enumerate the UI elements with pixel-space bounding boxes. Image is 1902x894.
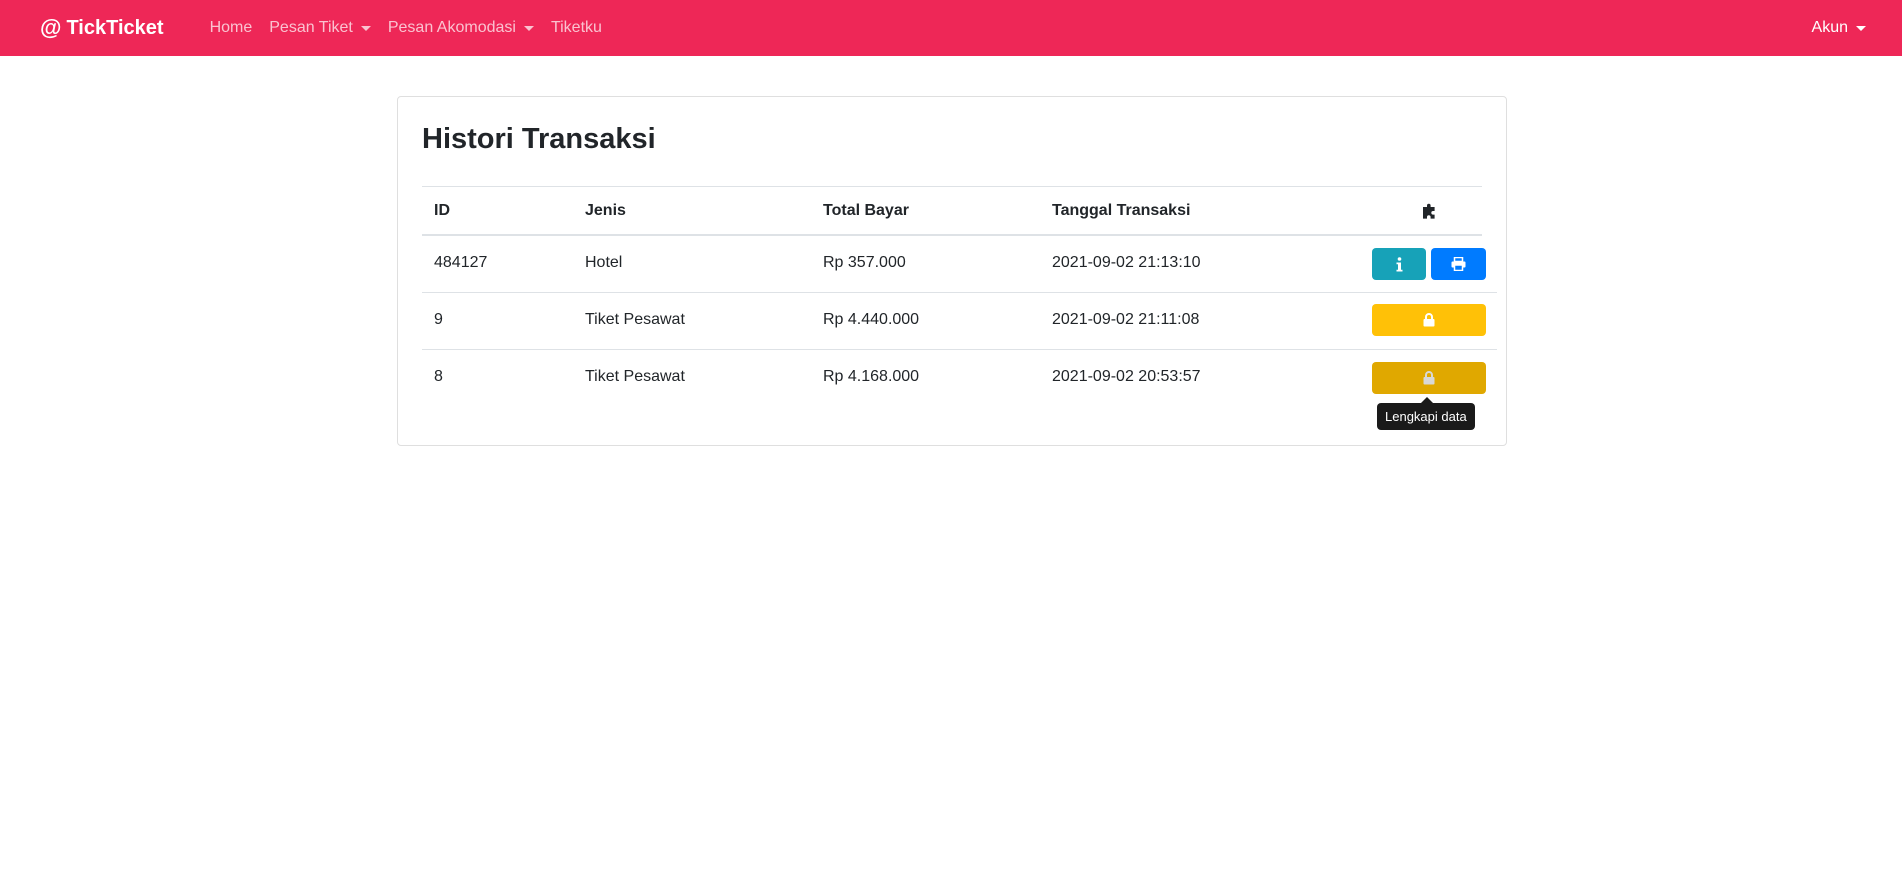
row-actions <box>1372 304 1486 336</box>
page-title: Histori Transaksi <box>422 123 656 155</box>
nav-link-label: Pesan Tiket <box>269 19 353 36</box>
header-tanggal-transaksi: Tanggal Transaksi <box>1052 201 1191 219</box>
nav-link-label: Tiketku <box>550 19 602 36</box>
cell-tanggal-transaksi: 2021-09-02 20:53:57 <box>1052 368 1201 385</box>
nav-link-tiketku[interactable]: Tiketku <box>551 19 602 37</box>
cell-jenis: Tiket Pesawat <box>585 311 685 328</box>
lock-button[interactable] <box>1372 304 1486 336</box>
table-row: 9 Tiket Pesawat Rp 4.440.000 2021-09-02 … <box>422 293 1497 350</box>
caret-down-icon <box>1856 25 1866 31</box>
caret-down-icon <box>523 25 534 31</box>
table-row: 8 Tiket Pesawat Rp 4.168.000 2021-09-02 … <box>422 350 1497 407</box>
nav-link-home[interactable]: Home <box>210 19 253 37</box>
account-label: Akun <box>1811 19 1848 36</box>
cell-total-bayar: Rp 4.440.000 <box>823 311 920 328</box>
cell-jenis: Tiket Pesawat <box>585 368 685 385</box>
transaction-history-card: Histori Transaksi ID Jenis Total Bayar T… <box>397 96 1507 446</box>
navbar: @ TickTicket Home Pesan Tiket Pesan Akom… <box>0 0 1902 56</box>
lock-icon <box>1423 313 1435 327</box>
table-header: ID Jenis Total Bayar Tanggal Transaksi <box>422 186 1482 236</box>
header-action <box>1372 187 1487 234</box>
brand-at-icon: @ <box>40 15 62 40</box>
cell-id: 484127 <box>434 254 488 271</box>
print-icon <box>1451 257 1466 271</box>
row-actions <box>1372 362 1486 394</box>
info-icon <box>1396 256 1403 271</box>
print-button[interactable] <box>1431 248 1486 280</box>
header-jenis: Jenis <box>585 201 626 219</box>
nav-link-label: Pesan Akomodasi <box>387 19 516 36</box>
cell-tanggal-transaksi: 2021-09-02 21:11:08 <box>1052 311 1200 328</box>
cell-total-bayar: Rp 4.168.000 <box>823 368 920 385</box>
cell-id: 9 <box>434 311 443 328</box>
lock-button[interactable] <box>1372 362 1486 394</box>
cell-tanggal-transaksi: 2021-09-02 21:13:10 <box>1052 254 1201 271</box>
brand-logo[interactable]: @ TickTicket <box>40 15 164 41</box>
row-actions <box>1372 248 1486 280</box>
brand-name: TickTicket <box>66 16 164 39</box>
nav-link-label: Home <box>209 19 253 36</box>
nav-links: Home Pesan Tiket Pesan Akomodasi Tiketku <box>210 19 619 37</box>
table-row: 484127 Hotel Rp 357.000 2021-09-02 21:13… <box>422 236 1497 293</box>
nav-dropdown-pesan-akomodasi[interactable]: Pesan Akomodasi <box>388 19 534 37</box>
caret-down-icon <box>360 25 371 31</box>
tooltip: Lengkapi data <box>1377 403 1475 430</box>
info-button[interactable] <box>1372 248 1426 280</box>
transaction-table: ID Jenis Total Bayar Tanggal Transaksi 4… <box>422 186 1497 407</box>
account-dropdown[interactable]: Akun <box>1812 0 1866 56</box>
header-total-bayar: Total Bayar <box>823 201 909 219</box>
cell-total-bayar: Rp 357.000 <box>823 254 906 271</box>
puzzle-piece-icon <box>1422 203 1435 219</box>
nav-dropdown-pesan-tiket[interactable]: Pesan Tiket <box>269 19 371 37</box>
header-id: ID <box>434 201 450 219</box>
lock-icon <box>1423 371 1435 385</box>
cell-id: 8 <box>434 368 443 385</box>
cell-jenis: Hotel <box>585 254 623 271</box>
